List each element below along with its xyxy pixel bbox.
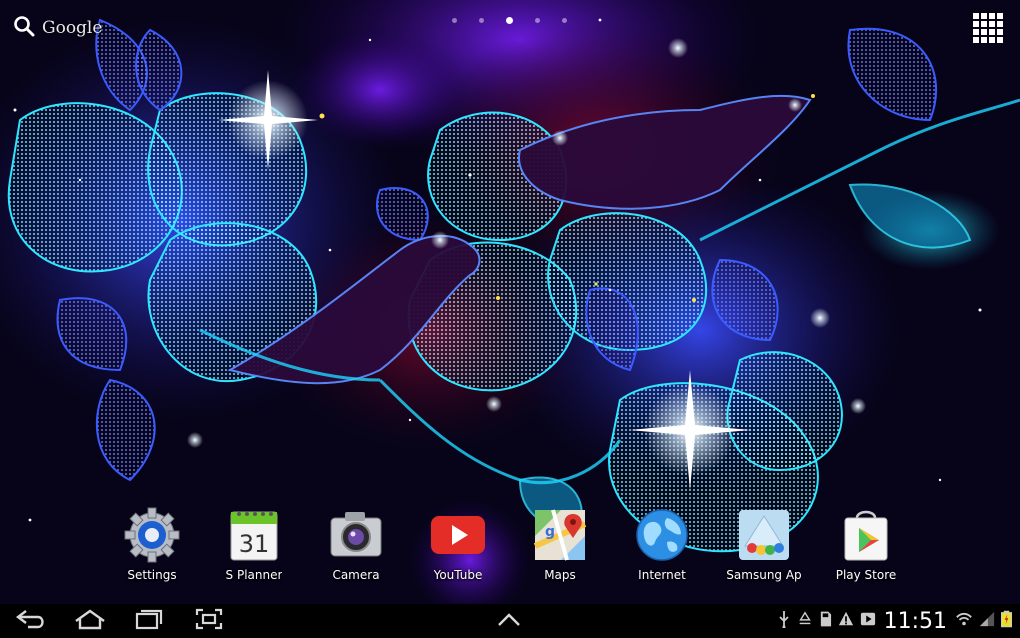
app-label: Play Store (835, 568, 897, 582)
page-dot-active[interactable] (506, 17, 513, 24)
google-search-bar[interactable]: Google (12, 14, 102, 42)
recent-apps-icon (134, 607, 164, 635)
home-button[interactable] (72, 608, 108, 634)
app-label: Internet (638, 568, 686, 582)
home-dock: Settings 31 S Planner Camera YouTube g M… (100, 505, 920, 595)
google-search-label: Google (42, 18, 103, 38)
apps-button[interactable] (972, 12, 1004, 44)
app-label: Maps (544, 568, 576, 582)
page-dot[interactable] (535, 18, 540, 23)
maps-icon: g (530, 505, 590, 565)
page-indicator (452, 17, 567, 24)
page-dot[interactable] (479, 18, 484, 23)
app-maps[interactable]: g Maps (508, 505, 612, 582)
apps-grid-icon (972, 13, 1004, 48)
signal-icon (979, 610, 995, 632)
app-label: Camera (332, 568, 380, 582)
globe-icon (632, 505, 692, 565)
sd-card-icon (819, 610, 832, 632)
app-internet[interactable]: Internet (610, 505, 714, 582)
search-icon (12, 14, 36, 42)
app-label: S Planner (225, 568, 283, 582)
system-bar: 11:51 (0, 604, 1020, 638)
settings-icon (122, 505, 182, 565)
youtube-icon (428, 505, 488, 565)
app-settings[interactable]: Settings (100, 505, 204, 582)
screenshot-button[interactable] (194, 608, 224, 634)
mini-apps-tray-button[interactable] (494, 608, 524, 634)
screenshot-icon (194, 607, 224, 635)
back-icon (14, 607, 48, 635)
samsung-apps-icon (734, 505, 794, 565)
app-s-planner[interactable]: 31 S Planner (202, 505, 306, 582)
calendar-icon: 31 (224, 505, 284, 565)
play-notification-icon (860, 610, 876, 632)
app-youtube[interactable]: YouTube (406, 505, 510, 582)
back-button[interactable] (14, 608, 48, 634)
battery-icon (1001, 610, 1012, 632)
page-dot[interactable] (562, 18, 567, 23)
app-play-store[interactable]: Play Store (814, 505, 918, 582)
camera-icon (326, 505, 386, 565)
home-top-bar: Google (0, 0, 1020, 56)
play-store-icon (836, 505, 896, 565)
clock: 11:51 (883, 608, 947, 634)
chevron-up-icon (494, 607, 524, 635)
app-label: Samsung Ap (726, 568, 802, 582)
app-label: YouTube (433, 568, 483, 582)
usb-icon (777, 610, 791, 632)
app-label: Settings (127, 568, 177, 582)
recycle-icon (797, 610, 813, 632)
page-dot[interactable] (452, 18, 457, 23)
svg-text:g: g (545, 524, 555, 540)
app-camera[interactable]: Camera (304, 505, 408, 582)
calendar-date: 31 (239, 530, 270, 558)
app-samsung-apps[interactable]: Samsung Ap (712, 505, 816, 582)
warning-icon (838, 610, 854, 632)
status-area[interactable]: 11:51 (777, 606, 1012, 636)
wifi-icon (955, 610, 973, 632)
recent-apps-button[interactable] (134, 608, 164, 634)
home-icon (72, 607, 108, 635)
